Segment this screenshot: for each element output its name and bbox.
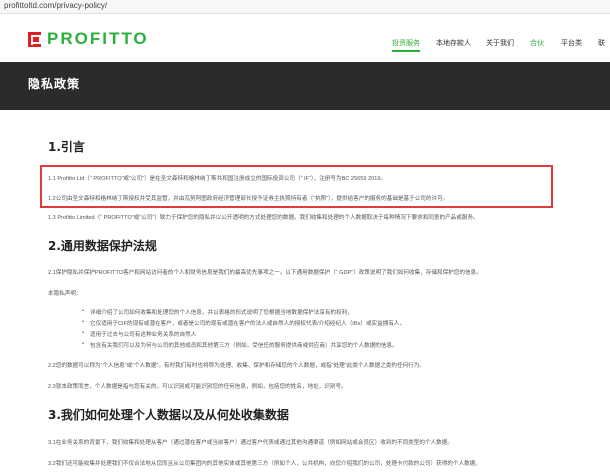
list-item: 适用于过去与公司有这种业务关系的自然人: [82, 330, 196, 338]
nav-item-about-us[interactable]: 关于我们: [486, 38, 514, 48]
section-2-heading: 2.通用数据保护法规: [48, 239, 157, 253]
logo-text: PROFITTO: [47, 29, 149, 48]
nav-item-local-depositors[interactable]: 本地存款人: [436, 38, 471, 48]
nav-item-contact[interactable]: 联: [598, 38, 605, 48]
page-banner: 隐私政策: [0, 62, 610, 110]
paragraph-1-1: 1.1 Profitto Ltd（“ PROFITTO”或“公司”）是在圣文森特…: [48, 176, 387, 182]
paragraph-2-3: 2.3就本政策而言，个人数据是指与您有关的，可以识别或可能识别您的任何信息，例如…: [48, 384, 347, 390]
section-3-heading: 3.我们如何处理个人数据以及从何处收集数据: [48, 408, 289, 422]
nav-item-investment-services[interactable]: 投资服务: [392, 38, 420, 52]
paragraph-2-intro: 本隐私声明：: [48, 291, 82, 297]
paragraph-1-2: 1.2公司由圣文森特和格林纳丁斯授权并受其监管，并由瓦努阿图政府经济管理部长授予…: [48, 196, 449, 202]
list-item: 包含有关我们可以及为何与公司的其他成员和其他第三方（例如，受信任的服务提供商或供…: [82, 341, 398, 349]
list-item: 它仅适用于CIF的现有或潜在客户，或者是公司的现有或潜在客户的法人或自然人的授权…: [82, 319, 405, 327]
page-title: 隐私政策: [28, 77, 81, 91]
paragraph-2-2: 2.2您的数据可以称为“个人信息”或“个人数据”。有时我们有时也将称为处理、收集…: [48, 363, 425, 369]
site-header: PROFITTO 投资服务 本地存款人 关于我们 合伙 平台类 联: [0, 14, 610, 62]
paragraph-1-3: 1.3 Profitto Limited（“ PROFITTO”或“公司”）致力…: [48, 215, 479, 221]
address-bar[interactable]: profittoltd.com/privacy-policy/: [0, 0, 610, 14]
paragraph-3-2: 3.2我们还可能收集并处理我们不仅合法地从您而且从公司集团内的其他实体或其他第三…: [48, 461, 481, 467]
logo[interactable]: PROFITTO: [28, 29, 149, 48]
nav-item-partnership[interactable]: 合伙: [530, 38, 544, 48]
section-1-heading: 1.引言: [48, 140, 85, 154]
url-text: profittoltd.com/privacy-policy/: [4, 1, 108, 10]
nav-item-platforms[interactable]: 平台类: [561, 38, 582, 48]
paragraph-3-1: 3.1在业务关系的背景下，我们收集和处理从客户（通过潜在客户或当前客户）通过客户…: [48, 440, 453, 446]
paragraph-2-1: 2.1保护隐私并保护PROFITTO客户和网站访问者的个人和财务信息是我们的最高…: [48, 270, 482, 276]
list-item: 详细介绍了公司如何收集和处理您的个人信息，并以表格的形式说明了您根据当地数据保护…: [82, 308, 353, 316]
logo-mark-icon: [28, 31, 42, 47]
